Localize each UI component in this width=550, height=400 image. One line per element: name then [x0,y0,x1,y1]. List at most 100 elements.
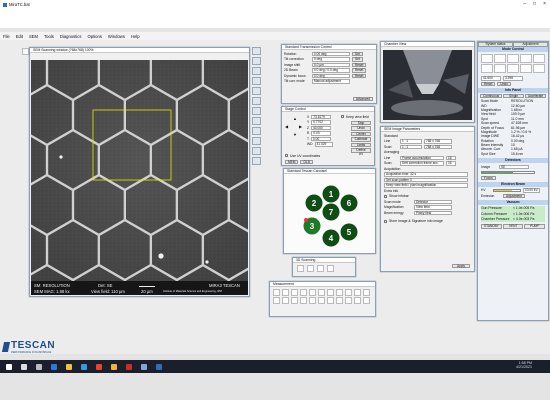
scan-avg-count[interactable]: 16 [446,161,456,166]
scan-3d-icon[interactable] [297,265,304,272]
stage-z-input[interactable]: 40.000 [311,125,332,130]
measure-tool-icon[interactable] [300,289,307,296]
measure-tool-icon[interactable] [282,297,289,304]
tab-system-status[interactable]: System status [478,42,513,47]
hv-bar[interactable] [493,188,521,192]
measure-tool-icon[interactable] [354,289,361,296]
export-icon[interactable] [317,265,324,272]
store-checkbox[interactable] [384,219,387,223]
view-y-input[interactable]: 3.298 [503,76,523,81]
scan-resolution-select[interactable]: 768 x 768 [424,144,452,149]
show-infobar-checkbox[interactable] [384,194,387,198]
measure-tool-icon[interactable] [345,297,352,304]
stage-undo-button[interactable]: Undo [351,126,371,131]
acquisition-time-select[interactable]: Acquisition time: 32 s [384,172,468,177]
beam-row-value[interactable]: 0.0 deg / 0.0 deg [312,68,350,73]
contrast-icon[interactable] [252,57,261,65]
detector-select[interactable]: SE [499,164,529,170]
mode-icon[interactable] [533,63,545,73]
measure-tool-icon[interactable] [291,289,298,296]
beam-energy-select[interactable]: Pixely field [414,210,452,215]
mode-icon[interactable] [520,63,532,73]
measure-tool-icon[interactable] [327,297,334,304]
standby-button[interactable]: STANDBY [481,224,502,229]
view-x-input[interactable]: 41.600 [481,76,501,81]
hv-value[interactable]: 10.00 kV [523,188,540,193]
mode-icon[interactable] [507,53,519,63]
help-icon[interactable] [252,157,261,165]
measure-tool-icon[interactable] [300,297,307,304]
menu-sem[interactable]: SEM [29,34,38,39]
beam-row-value[interactable]: 0.00 deg [312,51,350,56]
store-icon[interactable] [81,363,87,370]
minimize-icon[interactable]: – [523,1,526,7]
stage-stop-button[interactable]: Stop [351,120,371,125]
layers-icon[interactable] [252,127,261,135]
save-icon[interactable] [252,97,261,105]
pointer-icon[interactable] [22,48,29,55]
beam-row-button[interactable]: Reset [352,73,367,78]
measure-tool-icon[interactable] [327,289,334,296]
task-view-icon[interactable] [36,363,42,370]
stage-r-input[interactable]: 0.00 [311,131,332,136]
beam-row-value[interactable]: 0.0 deg [312,73,350,78]
stage-center-button[interactable]: Center [351,131,371,136]
scan-averaging-select[interactable]: Drift correction frame acc. [400,161,444,166]
stage-wd-input[interactable]: 41.429 [314,142,333,147]
measure-tool-icon[interactable] [354,297,361,304]
tab-old[interactable]: OLD [300,159,313,164]
apply-button[interactable]: Apply [452,263,470,268]
line-averaging-select[interactable]: Frame accumulation [400,155,444,160]
measure-tool-icon[interactable] [273,297,280,304]
menu-help[interactable]: Help [131,34,140,39]
focus-button[interactable]: Focus [481,175,496,181]
joystick[interactable]: ▲ ◀ ▶ ▼ [285,116,305,138]
magnification-select[interactable]: View field [414,205,452,210]
settings-icon[interactable] [327,265,334,272]
beam-row-value[interactable]: 0 deg [312,57,350,62]
stage-x-input[interactable]: 73.1079 [311,114,332,119]
histogram-icon[interactable] [252,47,261,55]
stage-define-uv-button[interactable]: Define UV [351,148,371,155]
measure-tool-icon[interactable] [273,289,280,296]
menu-windows[interactable]: Windows [108,34,125,39]
tab-adjustment[interactable]: Adjustment [513,42,548,47]
export-icon[interactable] [252,147,261,155]
edge-icon[interactable] [51,363,57,370]
info-tab-continuous[interactable]: Continuous [480,93,503,98]
close-icon[interactable]: × [543,1,546,7]
rotate-icon[interactable] [307,265,314,272]
beam-row-button[interactable]: Reset [352,62,367,67]
line-resolution-select[interactable]: 768 x 768 [424,139,452,144]
menu-diagnostics[interactable]: Diagnostics [60,34,82,39]
beam-row-button[interactable]: Set [352,57,363,62]
tescan-icon[interactable] [156,363,162,370]
emission-button[interactable]: Adjustment [503,193,525,199]
mode-icon[interactable] [481,63,493,73]
print-icon[interactable] [252,107,261,115]
measure-tool-icon[interactable] [309,289,316,296]
stage-y-input[interactable]: 0.7702 [311,120,332,125]
settings-icon[interactable] [252,117,261,125]
app-icon[interactable] [141,363,147,370]
keep-view-field-checkbox[interactable] [341,115,344,119]
beam-row-button[interactable]: Reset [352,68,367,73]
start-icon[interactable] [6,363,12,370]
mode-icon[interactable] [481,53,493,63]
tab-mem[interactable]: MEM [285,159,299,164]
menu-tools[interactable]: Tools [44,34,54,39]
measure-tool-icon[interactable] [309,297,316,304]
sem-image[interactable] [31,60,248,281]
stigmator-icon[interactable] [252,87,261,95]
folder-icon[interactable] [111,363,117,370]
vent-button[interactable]: VENT [502,224,524,229]
beam-row-button[interactable]: Set [352,51,363,56]
acrobat-icon[interactable] [126,363,132,370]
menu-options[interactable]: Options [87,34,101,39]
measure-tool-icon[interactable] [291,297,298,304]
mode-icon[interactable] [494,53,506,63]
pump-button[interactable]: PUMP [524,224,546,229]
search-icon[interactable] [21,363,27,370]
brightness-icon[interactable] [252,67,261,75]
mode-icon[interactable] [494,63,506,73]
